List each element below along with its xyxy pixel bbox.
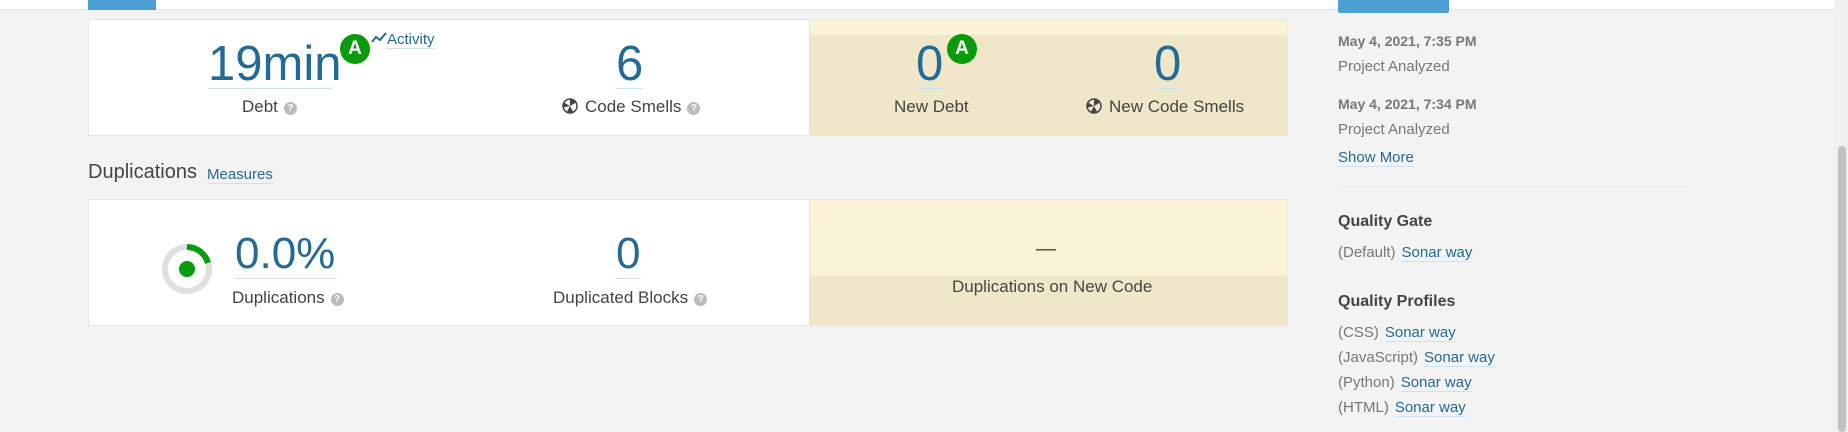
top-action-button[interactable] xyxy=(1338,0,1449,13)
top-strip xyxy=(0,0,1848,10)
quality-profile-language: (JavaScript) xyxy=(1338,349,1419,366)
event-date: May 4, 2021, 7:34 PM xyxy=(1338,96,1477,112)
quality-profile-link[interactable]: Sonar way xyxy=(1400,374,1472,392)
new-debt-value[interactable]: 0 xyxy=(916,40,943,89)
quality-gate-scope: (Default) xyxy=(1338,244,1396,261)
activity-chart-icon xyxy=(371,32,387,43)
code-smells-label: Code Smells xyxy=(585,97,682,116)
event-date: May 4, 2021, 7:35 PM xyxy=(1338,33,1477,49)
event-label: Project Analyzed xyxy=(1338,58,1450,75)
quality-profile-row: (JavaScript) Sonar way xyxy=(1338,349,1495,367)
help-icon[interactable]: ? xyxy=(283,102,297,115)
quality-profiles-heading: Quality Profiles xyxy=(1338,293,1456,310)
leak-period-area xyxy=(809,20,1287,135)
quality-profile-link[interactable]: Sonar way xyxy=(1424,349,1495,367)
code-smell-icon xyxy=(1086,98,1102,114)
new-code-smells-value[interactable]: 0 xyxy=(1154,40,1181,89)
debt-label: Debt xyxy=(242,97,278,116)
help-icon[interactable]: ? xyxy=(687,102,701,115)
quality-profile-row: (CSS) Sonar way xyxy=(1338,324,1456,342)
new-duplications-value: — xyxy=(1036,238,1056,260)
quality-profile-link[interactable]: Sonar way xyxy=(1384,324,1456,342)
new-debt-label: New Debt xyxy=(894,97,969,116)
quality-profile-language: (CSS) xyxy=(1338,324,1379,341)
quality-gate-row: (Default) Sonar way xyxy=(1338,244,1473,262)
quality-gate-heading: Quality Gate xyxy=(1338,213,1433,230)
quality-profile-language: (HTML) xyxy=(1338,399,1389,416)
leak-period-area xyxy=(809,200,1287,325)
duplications-donut-icon xyxy=(162,244,212,294)
duplications-title: Duplications xyxy=(88,161,197,183)
debt-value[interactable]: 19min xyxy=(208,40,341,89)
quality-gate-link[interactable]: Sonar way xyxy=(1401,244,1473,262)
show-more-link[interactable]: Show More xyxy=(1338,149,1414,167)
sidebar-divider xyxy=(1338,186,1688,187)
quality-profile-link[interactable]: Sonar way xyxy=(1394,399,1466,417)
maintainability-panel: 19min A Activity Debt? 6 Code Smells? 0 … xyxy=(88,19,1288,136)
activity-link[interactable]: Activity xyxy=(387,31,435,49)
duplicated-blocks-value[interactable]: 0 xyxy=(616,232,640,276)
code-smells-value[interactable]: 6 xyxy=(616,40,643,89)
activity-link-wrap[interactable]: Activity xyxy=(371,31,435,49)
duplicated-blocks-label: Duplicated Blocks xyxy=(553,288,689,307)
debt-label-wrap: Debt? xyxy=(242,97,297,117)
new-code-smells-label: New Code Smells xyxy=(1109,97,1245,116)
event-label: Project Analyzed xyxy=(1338,121,1450,138)
duplications-panel: 0.0% Duplications? 0 Duplicated Blocks? … xyxy=(88,199,1288,326)
active-tab-indicator[interactable] xyxy=(88,0,156,10)
duplications-label-wrap: Duplications? xyxy=(232,288,344,308)
duplications-value[interactable]: 0.0% xyxy=(235,232,335,276)
quality-profile-language: (Python) xyxy=(1338,374,1395,391)
help-icon[interactable]: ? xyxy=(694,293,708,306)
scrollbar-thumb[interactable] xyxy=(1838,146,1846,432)
help-icon[interactable]: ? xyxy=(330,293,344,306)
code-smells-label-wrap: Code Smells? xyxy=(562,97,701,117)
new-debt-rating-badge[interactable]: A xyxy=(947,34,977,64)
duplicated-blocks-label-wrap: Duplicated Blocks? xyxy=(553,288,708,308)
debt-rating-badge[interactable]: A xyxy=(340,34,370,64)
code-smell-icon xyxy=(562,98,578,114)
new-code-smells-label-wrap: New Code Smells xyxy=(1086,97,1244,117)
new-duplications-label: Duplications on New Code xyxy=(952,277,1153,296)
quality-profile-row: (HTML) Sonar way xyxy=(1338,399,1466,417)
duplications-measures-link[interactable]: Measures xyxy=(207,166,273,184)
duplications-label: Duplications xyxy=(232,288,325,307)
quality-profile-row: (Python) Sonar way xyxy=(1338,374,1472,392)
